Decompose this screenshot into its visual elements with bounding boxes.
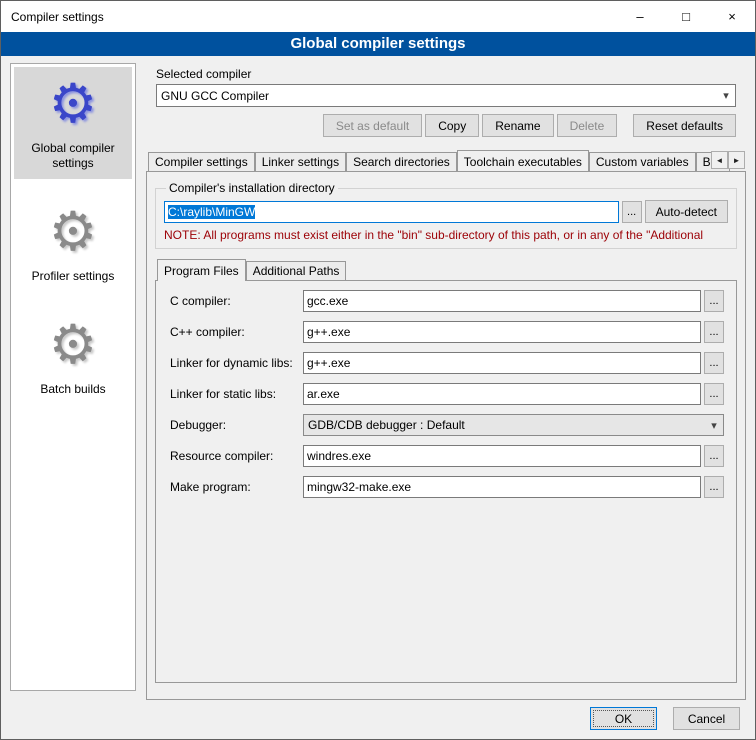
cpp-compiler-browse-button[interactable]: ...	[704, 321, 724, 343]
maximize-icon: □	[682, 9, 690, 24]
selected-compiler-label: Selected compiler	[156, 67, 746, 81]
cpp-compiler-value: g++.exe	[307, 325, 350, 339]
form-row: Make program: mingw32-make.exe ...	[170, 476, 724, 498]
dynamic-linker-input[interactable]: g++.exe	[303, 352, 701, 374]
dialog-banner: Global compiler settings	[1, 32, 755, 56]
window-controls: – □ ×	[617, 1, 755, 32]
tab-program-files[interactable]: Program Files	[157, 259, 246, 281]
tab-custom-variables[interactable]: Custom variables	[589, 152, 696, 171]
c-compiler-input[interactable]: gcc.exe	[303, 290, 701, 312]
cancel-button[interactable]: Cancel	[673, 707, 740, 730]
gear-icon: ⚙	[16, 73, 130, 137]
install-dir-browse-button[interactable]: ...	[622, 201, 642, 223]
make-program-browse-button[interactable]: ...	[704, 476, 724, 498]
static-linker-input[interactable]: ar.exe	[303, 383, 701, 405]
delete-button[interactable]: Delete	[557, 114, 618, 137]
c-compiler-browse-button[interactable]: ...	[704, 290, 724, 312]
toolchain-executables-panel: Compiler's installation directory C:\ray…	[146, 171, 746, 700]
debugger-value: GDB/CDB debugger : Default	[308, 418, 465, 432]
tab-search-directories[interactable]: Search directories	[346, 152, 457, 171]
tab-scroll-right-icon[interactable]: ►	[728, 151, 745, 169]
form-row: Debugger: GDB/CDB debugger : Default ▾	[170, 414, 724, 436]
sidebar-item-label: Global compiler settings	[16, 141, 130, 171]
rename-button[interactable]: Rename	[482, 114, 553, 137]
profiler-icon: ⚙	[16, 201, 130, 265]
close-icon: ×	[728, 9, 736, 24]
compiler-select-value: GNU GCC Compiler	[161, 89, 269, 103]
batch-builds-icon: ⚙	[16, 314, 130, 378]
tab-scroll-left-icon[interactable]: ◄	[711, 151, 728, 169]
main-panel: Selected compiler GNU GCC Compiler ▾ Set…	[146, 61, 746, 700]
dynamic-linker-label: Linker for dynamic libs:	[170, 356, 303, 370]
close-button[interactable]: ×	[709, 1, 755, 32]
install-dir-input[interactable]: C:\raylib\MinGW	[164, 201, 619, 223]
settings-category-sidebar: ⚙ Global compiler settings ⚙ Profiler se…	[10, 63, 136, 691]
resource-compiler-value: windres.exe	[307, 449, 371, 463]
tab-toolchain-executables[interactable]: Toolchain executables	[457, 150, 589, 171]
chevron-down-icon: ▾	[717, 89, 735, 102]
sidebar-item-label: Profiler settings	[16, 269, 130, 284]
dynamic-linker-value: g++.exe	[307, 356, 350, 370]
tab-linker-settings[interactable]: Linker settings	[255, 152, 346, 171]
install-dir-row: C:\raylib\MinGW ... Auto-detect	[164, 200, 728, 223]
chevron-down-icon: ▾	[705, 419, 723, 432]
sidebar-item-batch-builds[interactable]: ⚙ Batch builds	[14, 308, 132, 405]
install-dir-group: Compiler's installation directory C:\ray…	[155, 181, 737, 249]
debugger-select[interactable]: GDB/CDB debugger : Default ▾	[303, 414, 724, 436]
form-row: C compiler: gcc.exe ...	[170, 290, 724, 312]
note-text: NOTE: All programs must exist either in …	[164, 228, 728, 242]
dynamic-linker-browse-button[interactable]: ...	[704, 352, 724, 374]
resource-compiler-input[interactable]: windres.exe	[303, 445, 701, 467]
debugger-label: Debugger:	[170, 418, 303, 432]
ok-button[interactable]: OK	[590, 707, 657, 730]
program-tabs: Program Files Additional Paths	[155, 259, 745, 280]
install-dir-value: C:\raylib\MinGW	[168, 205, 255, 219]
static-linker-label: Linker for static libs:	[170, 387, 303, 401]
window-title: Compiler settings	[1, 10, 104, 24]
sidebar-item-profiler-settings[interactable]: ⚙ Profiler settings	[14, 195, 132, 292]
compiler-settings-window: Compiler settings – □ × Global compiler …	[0, 0, 756, 740]
resource-compiler-label: Resource compiler:	[170, 449, 303, 463]
sidebar-item-label: Batch builds	[16, 382, 130, 397]
tab-compiler-settings[interactable]: Compiler settings	[148, 152, 255, 171]
form-row: C++ compiler: g++.exe ...	[170, 321, 724, 343]
minimize-button[interactable]: –	[617, 1, 663, 32]
titlebar[interactable]: Compiler settings – □ ×	[1, 1, 755, 32]
c-compiler-label: C compiler:	[170, 294, 303, 308]
compiler-actions: Set as default Copy Rename Delete Reset …	[156, 114, 736, 137]
tab-scroll-buttons: ◄ ►	[711, 151, 745, 169]
static-linker-browse-button[interactable]: ...	[704, 383, 724, 405]
make-program-label: Make program:	[170, 480, 303, 494]
minimize-icon: –	[636, 9, 643, 24]
make-program-value: mingw32-make.exe	[307, 480, 411, 494]
install-dir-group-title: Compiler's installation directory	[166, 181, 338, 195]
reset-defaults-button[interactable]: Reset defaults	[633, 114, 736, 137]
form-row: Linker for static libs: ar.exe ...	[170, 383, 724, 405]
dialog-footer: OK Cancel	[590, 707, 740, 730]
set-as-default-button[interactable]: Set as default	[323, 114, 422, 137]
cpp-compiler-input[interactable]: g++.exe	[303, 321, 701, 343]
make-program-input[interactable]: mingw32-make.exe	[303, 476, 701, 498]
tab-additional-paths[interactable]: Additional Paths	[246, 261, 347, 280]
sidebar-item-global-compiler-settings[interactable]: ⚙ Global compiler settings	[14, 67, 132, 179]
c-compiler-value: gcc.exe	[307, 294, 348, 308]
form-row: Resource compiler: windres.exe ...	[170, 445, 724, 467]
cpp-compiler-label: C++ compiler:	[170, 325, 303, 339]
copy-button[interactable]: Copy	[425, 114, 479, 137]
maximize-button[interactable]: □	[663, 1, 709, 32]
program-files-panel: C compiler: gcc.exe ... C++ compiler: g+…	[155, 280, 737, 683]
form-row: Linker for dynamic libs: g++.exe ...	[170, 352, 724, 374]
compiler-select[interactable]: GNU GCC Compiler ▾	[156, 84, 736, 107]
auto-detect-button[interactable]: Auto-detect	[645, 200, 728, 223]
static-linker-value: ar.exe	[307, 387, 340, 401]
settings-tabs: Compiler settings Linker settings Search…	[146, 150, 746, 171]
resource-compiler-browse-button[interactable]: ...	[704, 445, 724, 467]
